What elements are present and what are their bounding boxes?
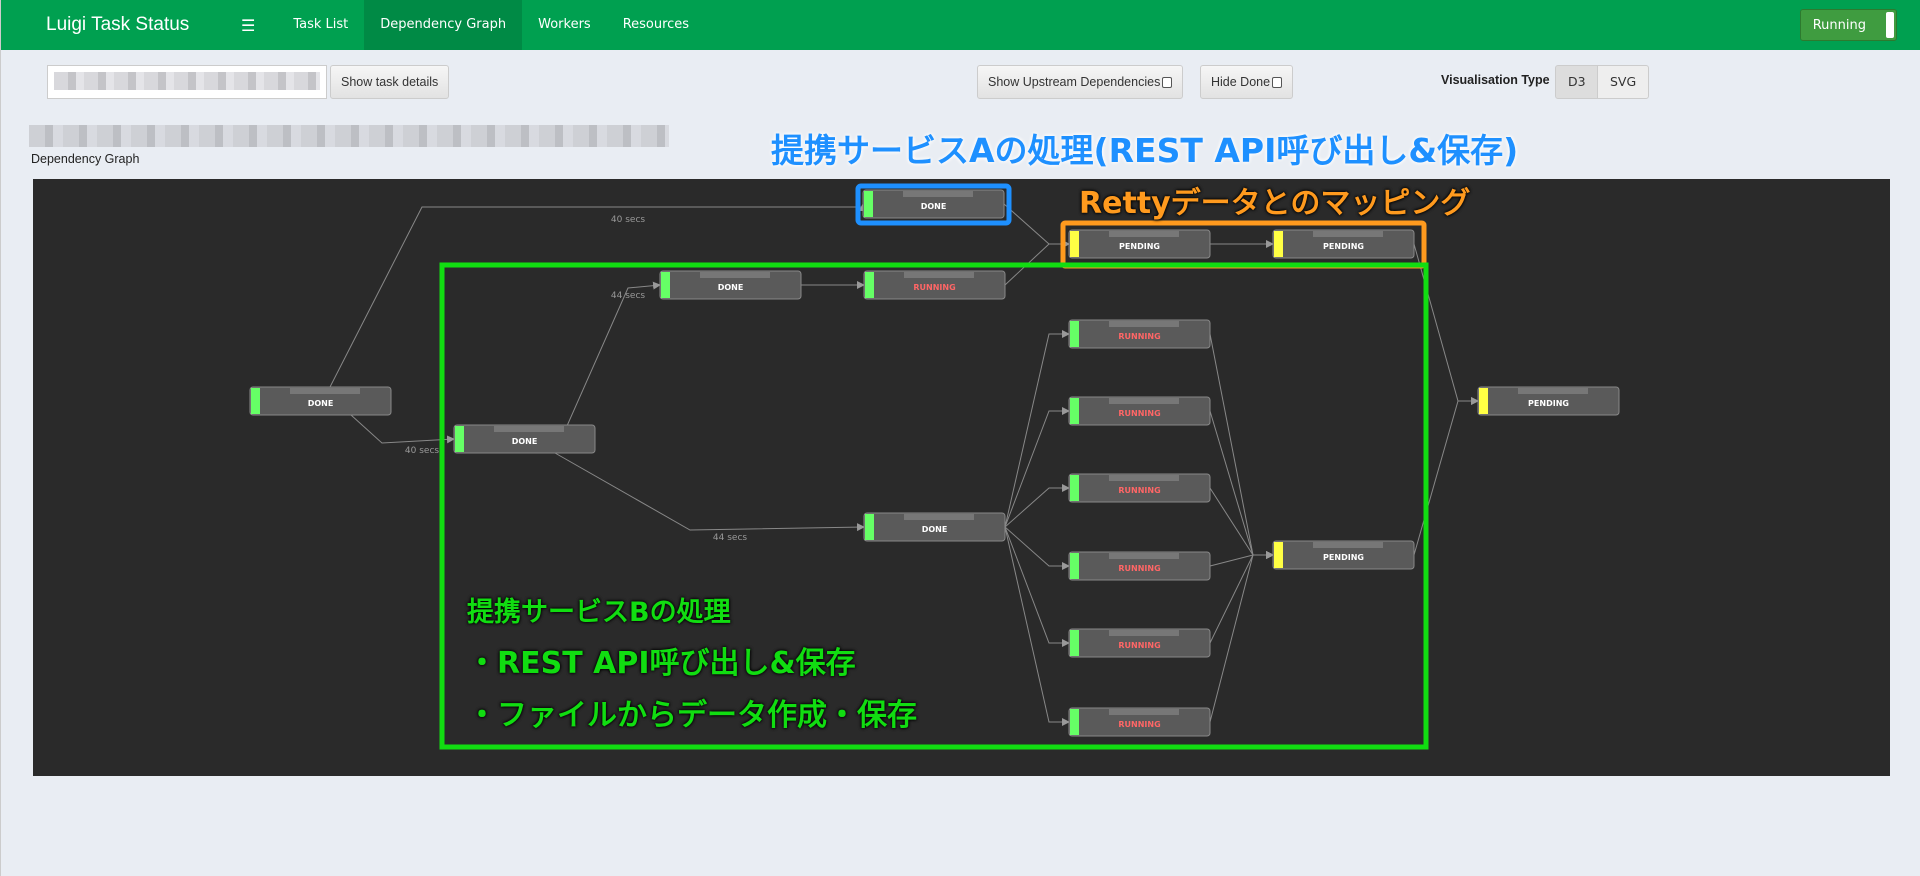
annotation-retty-mapping: Rettyデータとのマッピング <box>1079 186 1471 221</box>
task-status-bar <box>1070 321 1079 347</box>
graph-edge <box>1209 551 1274 723</box>
task-status-label: RUNNING <box>1118 332 1160 341</box>
task-status-label: DONE <box>512 437 538 446</box>
task-status-bar <box>865 514 874 540</box>
task-status-label: PENDING <box>1119 242 1160 251</box>
redacted-task-name <box>904 272 974 278</box>
task-status-label: RUNNING <box>1118 564 1160 573</box>
task-status-bar <box>1070 553 1079 579</box>
task-status-label: PENDING <box>1528 399 1569 408</box>
graph-edge <box>1004 526 1070 647</box>
task-status-bar <box>1479 388 1488 414</box>
task-status-label: DONE <box>718 283 744 292</box>
redacted-task-name <box>903 191 973 197</box>
task-status-bar <box>1070 231 1079 257</box>
task-status-bar <box>1274 231 1283 257</box>
graph-edge <box>1209 333 1274 559</box>
task-status-label: RUNNING <box>1118 409 1160 418</box>
redacted-task-name <box>1109 231 1179 237</box>
task-status-label: RUNNING <box>1118 486 1160 495</box>
annotation-service-a: 提携サービスAの処理(REST API呼び出し&保存) <box>771 131 1519 170</box>
annotation-service-b-item2: ・ファイルからデータ作成・保存 <box>467 698 917 733</box>
task-status-bar <box>251 388 260 414</box>
task-status-bar <box>865 272 874 298</box>
task-status-bar <box>864 191 873 217</box>
task-status-bar <box>1070 709 1079 735</box>
task-status-label: DONE <box>921 202 947 211</box>
task-status-bar <box>1070 475 1079 501</box>
graph-edge <box>1004 526 1070 726</box>
annotation-service-b-item1: ・REST API呼び出し&保存 <box>467 646 856 681</box>
redacted-task-name <box>1109 709 1179 715</box>
redacted-task-name <box>1109 553 1179 559</box>
redacted-task-name <box>1313 231 1383 237</box>
redacted-task-name <box>700 272 770 278</box>
task-status-label: RUNNING <box>913 283 955 292</box>
graph-edge <box>350 414 455 444</box>
edge-label: 44 secs <box>611 291 645 301</box>
task-status-label: RUNNING <box>1118 720 1160 729</box>
redacted-task-name <box>290 388 360 394</box>
redacted-task-name <box>494 426 564 432</box>
task-status-label: RUNNING <box>1118 641 1160 650</box>
graph-edge <box>1209 410 1274 559</box>
edge-label: 44 secs <box>713 533 747 543</box>
graph-edge <box>1003 203 1070 248</box>
task-status-bar <box>661 272 670 298</box>
task-status-label: PENDING <box>1323 553 1364 562</box>
redacted-task-name <box>1518 388 1588 394</box>
graph-edge <box>1004 484 1070 528</box>
annotation-service-b: 提携サービスBの処理 <box>467 597 731 628</box>
task-status-label: DONE <box>922 525 948 534</box>
redacted-task-name <box>1313 542 1383 548</box>
redacted-task-name <box>1109 630 1179 636</box>
graph-edge <box>1004 526 1070 570</box>
task-status-bar <box>1070 630 1079 656</box>
redacted-task-name <box>1109 475 1179 481</box>
graph-edge <box>1004 407 1070 528</box>
edge-label: 40 secs <box>611 215 645 225</box>
redacted-task-name <box>1109 321 1179 327</box>
task-status-bar <box>1274 542 1283 568</box>
redacted-task-name <box>904 514 974 520</box>
task-status-label: PENDING <box>1323 242 1364 251</box>
graph-edge <box>554 452 865 532</box>
task-status-bar <box>455 426 464 452</box>
task-status-label: DONE <box>308 399 334 408</box>
task-status-bar <box>1070 398 1079 424</box>
graph-edge <box>1209 551 1274 567</box>
edge-label: 40 secs <box>405 446 439 456</box>
redacted-task-name <box>1109 398 1179 404</box>
